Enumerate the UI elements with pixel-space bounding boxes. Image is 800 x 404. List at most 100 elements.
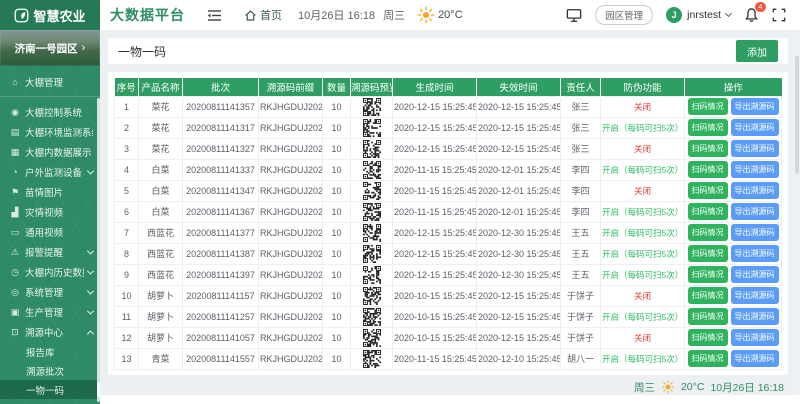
scan-status-button[interactable]: 扫码情况: [688, 350, 728, 367]
cell-owner: 李四: [561, 159, 601, 180]
header-temperature: 20°C: [438, 9, 463, 21]
cell-created-time: 2020-11-15 15:25:45: [393, 201, 477, 222]
add-button[interactable]: 添加: [736, 40, 778, 62]
qr-code-image[interactable]: [352, 245, 391, 263]
sidebar-item-greenhouse-manage[interactable]: ⌂大棚管理: [0, 72, 100, 92]
scan-status-button[interactable]: 扫码情况: [688, 203, 728, 220]
cell-owner: 李四: [561, 180, 601, 201]
export-codes-button[interactable]: 导出溯源码: [731, 287, 779, 304]
qr-code-image[interactable]: [352, 224, 391, 242]
cell-quantity: 10: [323, 222, 351, 243]
scan-status-button[interactable]: 扫码情况: [688, 224, 728, 241]
sidebar-item-label: 大棚控制系统: [25, 105, 93, 119]
cell-batch: 20200811141337: [183, 159, 259, 180]
sidebar-item-system-manage[interactable]: ◎系统管理: [0, 282, 100, 302]
cell-qr-preview: [351, 222, 393, 243]
main-scrollbar[interactable]: [794, 30, 800, 395]
menu-fold-icon[interactable]: [207, 9, 222, 22]
export-codes-button[interactable]: 导出溯源码: [731, 308, 779, 325]
sidebar-subitem-report-library[interactable]: 报告库: [0, 342, 100, 361]
cell-code-prefix: RKJHGDUJ2022: [259, 180, 323, 201]
sidebar-item-greenhouse-data-display[interactable]: ▦大棚内数据展示: [0, 142, 100, 162]
scan-status-button[interactable]: 扫码情况: [688, 140, 728, 157]
park-manage-button[interactable]: 园区管理: [595, 5, 653, 25]
cell-code-prefix: RKJHGDUJ2022: [259, 159, 323, 180]
sun-icon: [661, 380, 675, 394]
sidebar-item-greenhouse-history[interactable]: ◷ 大棚内历史数据: [0, 262, 100, 282]
footer-temperature: 20°C: [681, 381, 704, 393]
qr-code-image[interactable]: [352, 203, 391, 221]
scan-status-button[interactable]: 扫码情况: [688, 245, 728, 262]
sidebar-subitem-trace-batch[interactable]: 溯源批次: [0, 361, 100, 380]
cell-index: 3: [115, 138, 139, 159]
export-codes-button[interactable]: 导出溯源码: [731, 182, 779, 199]
scan-status-button[interactable]: 扫码情况: [688, 329, 728, 346]
home-nav[interactable]: 首页: [244, 7, 282, 23]
cell-expire-time: 2020-12-30 15:25:45: [477, 222, 561, 243]
cell-qr-preview: [351, 348, 393, 369]
monitor-icon[interactable]: [566, 8, 582, 23]
export-codes-button[interactable]: 导出溯源码: [731, 350, 779, 367]
sidebar-subitem-one-item-one-code[interactable]: 一物一码: [0, 380, 100, 399]
qr-code-image[interactable]: [352, 119, 391, 137]
export-codes-button[interactable]: 导出溯源码: [731, 161, 779, 178]
header-datetime: 10月26日 16:18: [298, 7, 375, 23]
qr-code-image[interactable]: [352, 287, 391, 305]
sidebar-item-greenhouse-control[interactable]: ◉大棚控制系统: [0, 102, 100, 122]
qr-code-image[interactable]: [352, 329, 391, 347]
cell-product-name: 白菜: [139, 180, 183, 201]
export-codes-button[interactable]: 导出溯源码: [731, 140, 779, 157]
sidebar-item-trace-center[interactable]: ⊡溯源中心: [0, 322, 100, 342]
export-codes-button[interactable]: 导出溯源码: [731, 119, 779, 136]
cell-owner: 于饼子: [561, 327, 601, 348]
sidebar-item-outdoor-devices[interactable]: ◔户外监测设备: [0, 162, 100, 182]
qr-code-image[interactable]: [352, 161, 391, 179]
cell-created-time: 2020-12-15 15:25:45: [393, 264, 477, 285]
sidebar-item-greenhouse-env-monitor[interactable]: ▤大棚环境监测系统: [0, 122, 100, 142]
sidebar-item-general-video[interactable]: ▭通用视频: [0, 222, 100, 242]
scan-status-button[interactable]: 扫码情况: [688, 308, 728, 325]
anti-fake-status: 开启（每码可扫5次）: [602, 207, 683, 217]
cell-anti-fake: 开启（每码可扫5次）: [601, 201, 685, 222]
cell-created-time: 2020-11-15 15:25:45: [393, 348, 477, 369]
user-menu[interactable]: J jnrstest: [666, 7, 731, 23]
history-data-icon: ◷: [9, 267, 21, 278]
sidebar-item-seedling-photos[interactable]: ⚑苗情图片: [0, 182, 100, 202]
export-codes-button[interactable]: 导出溯源码: [731, 266, 779, 283]
sidebar-item-disaster-video[interactable]: ▟灾情视频: [0, 202, 100, 222]
sidebar-item-production-manage[interactable]: ▣生产管理: [0, 302, 100, 322]
scan-status-button[interactable]: 扫码情况: [688, 119, 728, 136]
cell-actions: 扫码情况导出溯源码作废: [685, 264, 782, 285]
scan-status-button[interactable]: 扫码情况: [688, 266, 728, 283]
qr-code-image[interactable]: [352, 308, 391, 326]
export-codes-button[interactable]: 导出溯源码: [731, 245, 779, 262]
park-banner[interactable]: 济南一号园区 ›: [0, 30, 100, 66]
notifications[interactable]: 4: [744, 7, 759, 23]
cell-batch: 20200811141257: [183, 306, 259, 327]
cell-created-time: 2020-12-15 15:25:45: [393, 96, 477, 117]
sidebar-item-alarm-remind[interactable]: ⚠报警提醒: [0, 242, 100, 262]
cell-code-prefix: RKJHGDUJ2022: [259, 243, 323, 264]
sidebar-item-label: 大棚内历史数据: [25, 265, 84, 279]
qr-code-image[interactable]: [352, 140, 391, 158]
scrollbar-thumb[interactable]: [795, 56, 799, 174]
qr-code-image[interactable]: [352, 98, 391, 116]
column-header: 生成时间: [393, 78, 477, 96]
export-codes-button[interactable]: 导出溯源码: [731, 98, 779, 115]
cell-quantity: 10: [323, 201, 351, 222]
qr-code-image[interactable]: [352, 266, 391, 284]
cell-quantity: 10: [323, 243, 351, 264]
export-codes-button[interactable]: 导出溯源码: [731, 224, 779, 241]
scan-status-button[interactable]: 扫码情况: [688, 182, 728, 199]
anti-fake-status: 关闭: [634, 102, 651, 112]
qr-code-image[interactable]: [352, 182, 391, 200]
export-codes-button[interactable]: 导出溯源码: [731, 203, 779, 220]
fullscreen-icon[interactable]: [772, 8, 786, 22]
scan-status-button[interactable]: 扫码情况: [688, 98, 728, 115]
cell-expire-time: 2020-12-15 15:25:45: [477, 285, 561, 306]
cell-product-name: 菜花: [139, 96, 183, 117]
qr-code-image[interactable]: [352, 350, 391, 368]
export-codes-button[interactable]: 导出溯源码: [731, 329, 779, 346]
scan-status-button[interactable]: 扫码情况: [688, 161, 728, 178]
scan-status-button[interactable]: 扫码情况: [688, 287, 728, 304]
